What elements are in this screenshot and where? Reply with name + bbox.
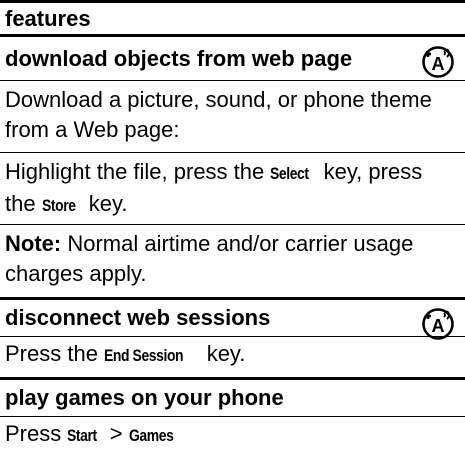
section-title-row: play games on your phone [0, 380, 465, 417]
end-session-key-label: End Session [104, 346, 184, 365]
instruction-text-1: Highlight the file, press the [5, 159, 271, 184]
section-title: play games on your phone [5, 385, 284, 410]
svg-text:A: A [432, 54, 445, 74]
feature-section-disconnect: disconnect web sessions A Press the End … [0, 300, 465, 380]
network-service-icon: A [422, 308, 454, 340]
menu-separator: > [103, 421, 129, 446]
instruction-text-3: key. [82, 191, 128, 216]
start-key-label: Start [67, 426, 98, 445]
note-label: Note: [5, 231, 62, 256]
network-service-icon: A [422, 46, 454, 78]
svg-text:A: A [432, 316, 445, 336]
paragraph-instructions: Press the End Session key. [0, 337, 465, 377]
paragraph-instructions: Highlight the file, press the Select key… [0, 153, 465, 225]
instruction-text-2: key. [200, 341, 246, 366]
games-key-label: Games [128, 426, 174, 445]
instruction-text-1: Press [5, 421, 68, 446]
manual-page: features download objects from web page … [0, 0, 465, 462]
note-text: Normal airtime and/or carrier usage char… [5, 231, 414, 286]
select-key-label: Select [270, 164, 309, 183]
instruction-text-1: Press the [5, 341, 105, 366]
paragraph-description: Download a picture, sound, or phone them… [0, 81, 465, 153]
header-title: features [5, 5, 91, 31]
paragraph-instructions: Press Start > Games [0, 417, 465, 457]
section-title-row: disconnect web sessions A [0, 300, 465, 340]
feature-section-games: play games on your phone Press Start > G… [0, 380, 465, 457]
store-key-label: Store [41, 196, 76, 215]
section-title: disconnect web sessions [5, 305, 271, 330]
section-title: download objects from web page [5, 45, 353, 71]
paragraph-note: Note: Normal airtime and/or carrier usag… [0, 225, 465, 297]
section-title-row: download objects from web page A [0, 37, 465, 81]
page-header: features [0, 0, 465, 37]
feature-section-download: download objects from web page A Downloa… [0, 37, 465, 300]
description-text: Download a picture, sound, or phone them… [5, 87, 432, 142]
